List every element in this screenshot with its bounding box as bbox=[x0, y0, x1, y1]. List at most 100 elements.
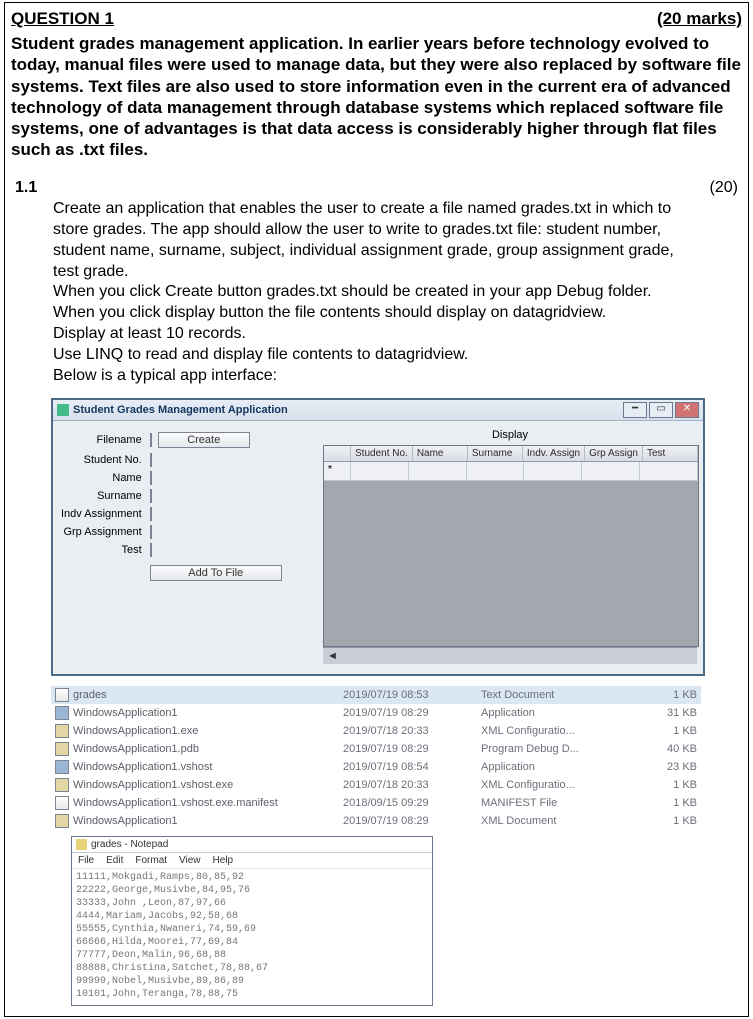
file-size: 23 KB bbox=[635, 758, 701, 776]
file-name: WindowsApplication1 bbox=[73, 707, 178, 719]
file-size: 40 KB bbox=[635, 740, 701, 758]
grid-header: Student No. Name Surname Indv. Assign Gr… bbox=[324, 446, 698, 462]
file-icon bbox=[55, 688, 69, 702]
name-input[interactable] bbox=[150, 471, 152, 485]
file-row[interactable]: WindowsApplication1 2019/07/19 08:29Appli… bbox=[51, 704, 701, 722]
grid-scrollbar[interactable]: ◄ bbox=[323, 647, 697, 664]
file-name: WindowsApplication1.vshost bbox=[73, 761, 212, 773]
question-header: QUESTION 1 (20 marks) bbox=[11, 9, 742, 29]
filename-label: Filename bbox=[59, 429, 148, 451]
grid-new-row[interactable]: * bbox=[324, 462, 698, 481]
file-type: XML Configuratio... bbox=[477, 776, 635, 794]
file-row[interactable]: WindowsApplication1.vshost.exe.manifest 2… bbox=[51, 794, 701, 812]
menu-item[interactable]: File bbox=[78, 855, 94, 866]
notepad-menubar[interactable]: File Edit Format View Help bbox=[72, 853, 432, 869]
col-surname: Surname bbox=[468, 446, 523, 461]
col-name: Name bbox=[413, 446, 468, 461]
file-row[interactable]: WindowsApplication1.vshost.exe 2019/07/18… bbox=[51, 776, 701, 794]
file-icon bbox=[55, 706, 69, 720]
question-number: QUESTION 1 bbox=[11, 9, 114, 29]
file-date: 2019/07/19 08:29 bbox=[339, 704, 477, 722]
file-size: 31 KB bbox=[635, 704, 701, 722]
exam-page: QUESTION 1 (20 marks) Student grades man… bbox=[4, 2, 749, 1017]
datagridview[interactable]: Student No. Name Surname Indv. Assign Gr… bbox=[323, 445, 699, 647]
menu-item[interactable]: View bbox=[179, 855, 201, 866]
test-input[interactable] bbox=[150, 543, 152, 557]
subq-marks: (20) bbox=[692, 179, 738, 387]
app-icon bbox=[57, 404, 69, 416]
col-indv: Indv. Assign bbox=[523, 446, 585, 461]
close-button[interactable]: ✕ bbox=[675, 402, 699, 418]
explorer-file-list: grades2019/07/19 08:53Text Document1 KBW… bbox=[51, 686, 701, 830]
file-icon bbox=[55, 796, 69, 810]
test-label: Test bbox=[59, 541, 148, 559]
file-date: 2019/07/19 08:29 bbox=[339, 740, 477, 758]
file-row[interactable]: WindowsApplication1.pdb 2019/07/19 08:29P… bbox=[51, 740, 701, 758]
menu-item[interactable]: Edit bbox=[106, 855, 123, 866]
grp-input[interactable] bbox=[150, 525, 152, 539]
file-type: MANIFEST File bbox=[477, 794, 635, 812]
file-date: 2019/07/19 08:29 bbox=[339, 812, 477, 830]
display-panel: Display Student No. Name Surname Indv. A… bbox=[323, 429, 697, 664]
file-row[interactable]: WindowsApplication1.exe2019/07/18 20:33X… bbox=[51, 722, 701, 740]
file-size: 1 KB bbox=[635, 812, 701, 830]
file-type: XML Configuratio... bbox=[477, 722, 635, 740]
col-test: Test bbox=[643, 446, 698, 461]
file-type: Text Document bbox=[477, 686, 635, 704]
file-row[interactable]: WindowsApplication12019/07/19 08:29XML D… bbox=[51, 812, 701, 830]
file-row[interactable]: WindowsApplication1.vshost 2019/07/19 08:… bbox=[51, 758, 701, 776]
question-intro: Student grades management application. I… bbox=[11, 33, 742, 161]
file-icon bbox=[55, 778, 69, 792]
subq-body: Create an application that enables the u… bbox=[53, 179, 692, 387]
col-studentno: Student No. bbox=[351, 446, 413, 461]
file-type: Program Debug D... bbox=[477, 740, 635, 758]
file-name: WindowsApplication1.pdb bbox=[73, 743, 199, 755]
file-name: WindowsApplication1 bbox=[73, 815, 178, 827]
add-button[interactable]: Add To File bbox=[150, 565, 282, 581]
subq-text: Create an application that enables the u… bbox=[53, 200, 674, 383]
notepad-body: 11111,Mokgadi,Ramps,80,85,92 22222,Georg… bbox=[72, 869, 432, 1005]
file-name: WindowsApplication1.vshost.exe.manifest bbox=[73, 797, 278, 809]
grp-label: Grp Assignment bbox=[59, 523, 148, 541]
titlebar: Student Grades Management Application ━ … bbox=[53, 400, 703, 421]
notepad-icon bbox=[76, 839, 87, 850]
file-name: grades bbox=[73, 689, 107, 701]
file-icon bbox=[55, 814, 69, 828]
question-marks: (20 marks) bbox=[657, 9, 742, 29]
menu-item[interactable]: Format bbox=[135, 855, 167, 866]
surname-input[interactable] bbox=[150, 489, 152, 503]
studentno-input[interactable] bbox=[150, 453, 152, 467]
create-button[interactable]: Create bbox=[158, 432, 250, 448]
menu-item[interactable]: Help bbox=[213, 855, 234, 866]
filename-input[interactable] bbox=[150, 433, 152, 447]
sub-question: 1.1 Create an application that enables t… bbox=[15, 179, 738, 387]
file-row[interactable]: grades 2019/07/19 08:53Text Document1 KB bbox=[51, 686, 701, 704]
file-date: 2019/07/18 20:33 bbox=[339, 776, 477, 794]
name-label: Name bbox=[59, 469, 148, 487]
file-size: 1 KB bbox=[635, 686, 701, 704]
file-icon bbox=[55, 724, 69, 738]
maximize-button[interactable]: ▭ bbox=[649, 402, 673, 418]
input-form: Filename Create Student No. Name Surname bbox=[59, 429, 309, 664]
file-date: 2019/07/19 08:54 bbox=[339, 758, 477, 776]
file-type: Application bbox=[477, 704, 635, 722]
indv-label: Indv Assignment bbox=[59, 505, 148, 523]
file-size: 1 KB bbox=[635, 794, 701, 812]
file-size: 1 KB bbox=[635, 776, 701, 794]
window-title: Student Grades Management Application bbox=[73, 404, 288, 416]
col-grp: Grp Assign bbox=[585, 446, 643, 461]
file-type: Application bbox=[477, 758, 635, 776]
notepad-window: grades - Notepad FileEditFormatViewHelp … bbox=[71, 836, 433, 1006]
display-label[interactable]: Display bbox=[323, 429, 697, 441]
file-icon bbox=[55, 760, 69, 774]
file-date: 2019/07/18 20:33 bbox=[339, 722, 477, 740]
file-name: WindowsApplication1.vshost.exe bbox=[73, 779, 233, 791]
file-size: 1 KB bbox=[635, 722, 701, 740]
indv-input[interactable] bbox=[150, 507, 152, 521]
surname-label: Surname bbox=[59, 487, 148, 505]
file-date: 2019/07/19 08:53 bbox=[339, 686, 477, 704]
subq-number: 1.1 bbox=[15, 179, 53, 387]
minimize-button[interactable]: ━ bbox=[623, 402, 647, 418]
app-window: Student Grades Management Application ━ … bbox=[51, 398, 705, 676]
file-date: 2018/09/15 09:29 bbox=[339, 794, 477, 812]
